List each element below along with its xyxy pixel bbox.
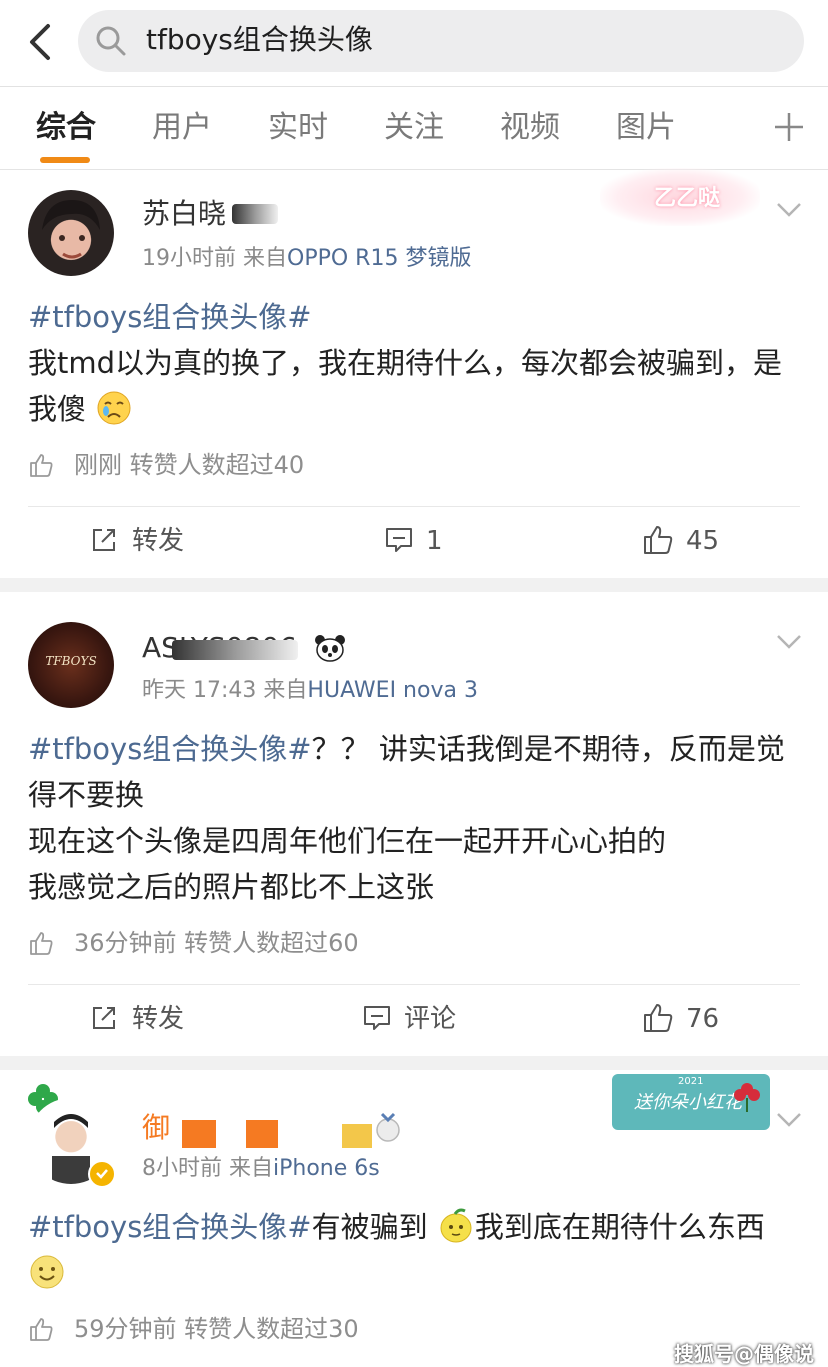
avatar[interactable] bbox=[28, 190, 114, 276]
comment-count[interactable]: 1 bbox=[426, 524, 443, 558]
gift-card-banner: 2021 送你朵小红花 bbox=[612, 1074, 770, 1130]
source-device[interactable]: iPhone 6s bbox=[273, 1156, 380, 1181]
search-input[interactable]: tfboys组合换头像 bbox=[146, 20, 373, 60]
username-redaction bbox=[182, 1120, 216, 1148]
like-note: 刚刚 转赞人数超过40 bbox=[74, 451, 305, 479]
thumbs-up-outline-icon bbox=[28, 930, 54, 956]
avatar[interactable]: TFBOYS bbox=[28, 622, 114, 708]
decoration-badge: 乙乙哒 bbox=[600, 168, 760, 226]
active-tab-indicator bbox=[40, 157, 90, 163]
post-meta: 8小时前 来自iPhone 6s bbox=[142, 1154, 380, 1184]
post-body-line: 现在这个头像是四周年他们仨在一起开开心心拍的 bbox=[28, 824, 667, 858]
tab-images[interactable]: 图片 bbox=[616, 108, 676, 148]
thumbs-up-outline-icon bbox=[28, 452, 54, 478]
hashtag-link[interactable]: #tfboys组合换头像# bbox=[28, 1210, 312, 1244]
chevron-left-icon bbox=[30, 24, 50, 60]
username-redaction bbox=[232, 204, 278, 224]
source-prefix: 来自 bbox=[229, 1156, 274, 1181]
repost-button[interactable]: 转发 bbox=[132, 524, 184, 558]
comment-button[interactable]: 评论 bbox=[404, 1002, 456, 1036]
like-count[interactable]: 45 bbox=[686, 524, 719, 558]
tab-users[interactable]: 用户 bbox=[152, 108, 212, 148]
username-redaction bbox=[246, 1120, 278, 1148]
post-text: #tfboys组合换头像#有被骗到 我到底在期待什么东西 bbox=[28, 1204, 803, 1296]
username[interactable]: 苏白晓 bbox=[142, 196, 226, 232]
hashtag-link[interactable]: #tfboys组合换头像# bbox=[28, 300, 312, 334]
post-body-line: 我感觉之后的照片都比不上这张 bbox=[28, 870, 435, 904]
username-redaction bbox=[342, 1124, 372, 1148]
tab-realtime[interactable]: 实时 bbox=[268, 108, 328, 148]
header-divider bbox=[0, 86, 828, 87]
username[interactable]: 御 bbox=[142, 1110, 170, 1146]
post-body: 我tmd以为真的换了，我在期待什么，每次都会被骗到，是我傻 bbox=[28, 346, 783, 426]
crying-emoji-icon bbox=[97, 391, 131, 425]
post-separator bbox=[0, 578, 828, 592]
username-redaction bbox=[172, 640, 298, 660]
post-text: #tfboys组合换头像#？？ 讲实话我倒是不期待，反而是觉得不要换 现在这个头… bbox=[28, 726, 803, 910]
post-meta: 19小时前 来自OPPO R15 梦镜版 bbox=[142, 244, 471, 274]
like-note: 36分钟前 转赞人数超过60 bbox=[74, 929, 359, 957]
source-prefix: 来自 bbox=[243, 246, 288, 271]
medal-icon bbox=[372, 1112, 404, 1144]
repost-button[interactable]: 转发 bbox=[132, 1002, 184, 1036]
chevron-down-icon[interactable] bbox=[776, 634, 802, 650]
hashtag-link[interactable]: #tfboys组合换头像# bbox=[28, 732, 312, 766]
source-device[interactable]: HUAWEI nova 3 bbox=[307, 678, 478, 703]
repost-icon[interactable] bbox=[90, 1004, 118, 1032]
chevron-down-icon[interactable] bbox=[776, 1112, 802, 1128]
watermark: 搜狐号@偶像说 bbox=[674, 1342, 814, 1366]
post-time: 8小时前 bbox=[142, 1156, 222, 1181]
action-divider bbox=[28, 506, 800, 507]
lemon-emoji-icon bbox=[440, 1208, 472, 1243]
thumbs-up-outline-icon bbox=[28, 1316, 54, 1342]
thumbs-up-icon[interactable] bbox=[642, 524, 674, 556]
verified-badge-icon bbox=[88, 1160, 116, 1188]
tab-comprehensive[interactable]: 综合 bbox=[36, 108, 96, 148]
add-tab-button[interactable] bbox=[772, 110, 806, 144]
tab-following[interactable]: 关注 bbox=[384, 108, 444, 148]
smile-emoji-icon bbox=[30, 1255, 64, 1289]
source-prefix: 来自 bbox=[263, 678, 308, 703]
tab-video[interactable]: 视频 bbox=[500, 108, 560, 148]
source-device[interactable]: OPPO R15 梦镜版 bbox=[287, 246, 471, 271]
like-note: 59分钟前 转赞人数超过30 bbox=[74, 1315, 359, 1343]
chevron-down-icon[interactable] bbox=[776, 202, 802, 218]
post-meta: 昨天 17:43 来自HUAWEI nova 3 bbox=[142, 676, 478, 706]
panda-icon bbox=[314, 634, 346, 662]
plus-icon bbox=[775, 113, 803, 141]
post-body: 有被骗到 bbox=[311, 1210, 428, 1244]
post-text: #tfboys组合换头像# 我tmd以为真的换了，我在期待什么，每次都会被骗到，… bbox=[28, 294, 803, 432]
action-divider bbox=[28, 984, 800, 985]
repost-icon[interactable] bbox=[90, 526, 118, 554]
thumbs-up-icon[interactable] bbox=[642, 1002, 674, 1034]
post-time: 昨天 17:43 bbox=[142, 678, 257, 703]
post-time: 19小时前 bbox=[142, 246, 236, 271]
post-separator bbox=[0, 1056, 828, 1070]
flower-icon bbox=[734, 1083, 760, 1112]
back-button[interactable] bbox=[22, 22, 58, 62]
comment-icon[interactable] bbox=[384, 526, 414, 554]
search-icon bbox=[94, 24, 128, 58]
post-body: 我到底在期待什么东西 bbox=[474, 1210, 765, 1244]
comment-icon[interactable] bbox=[362, 1004, 392, 1032]
like-count[interactable]: 76 bbox=[686, 1002, 719, 1036]
